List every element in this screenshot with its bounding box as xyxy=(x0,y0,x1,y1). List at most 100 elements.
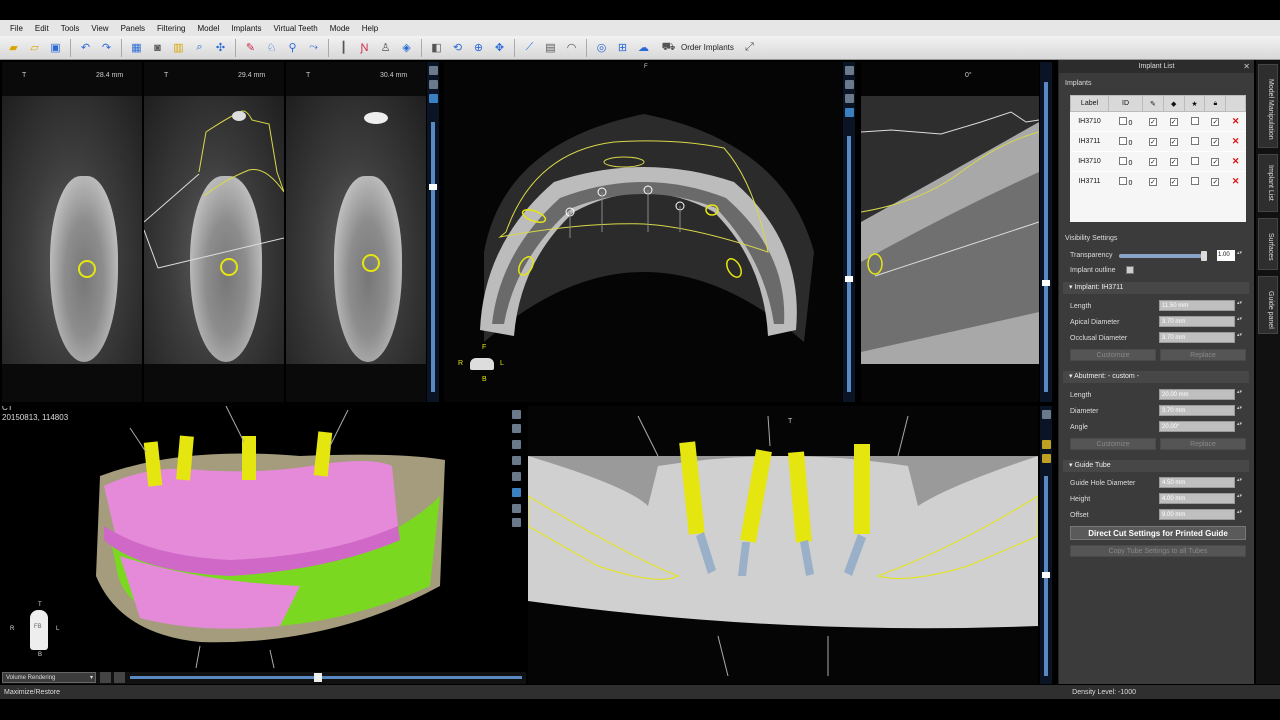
visible-checkbox[interactable]: ✓ xyxy=(1169,117,1178,126)
view-option-icon[interactable] xyxy=(512,410,521,419)
star-checkbox[interactable] xyxy=(1190,136,1199,145)
star-checkbox[interactable] xyxy=(1190,176,1199,185)
expand-icon[interactable]: ⤢ xyxy=(740,38,759,57)
menu-edit[interactable]: Edit xyxy=(29,24,55,33)
undo-icon[interactable]: ↶ xyxy=(76,38,95,57)
open-icon[interactable]: ▰ xyxy=(4,38,23,57)
outline-checkbox[interactable] xyxy=(1126,266,1134,274)
view-option-icon[interactable] xyxy=(429,66,438,75)
view-option-icon[interactable] xyxy=(845,66,854,75)
nerve-icon[interactable]: ┃ xyxy=(334,38,353,57)
tab-implant-list[interactable]: Implant List xyxy=(1258,154,1278,212)
curve-tool-icon[interactable]: Ɲ xyxy=(355,38,374,57)
abutment-section-header[interactable]: ▾ Abutment: - custom - xyxy=(1063,371,1249,383)
view-option-icon[interactable] xyxy=(429,94,438,103)
menu-view[interactable]: View xyxy=(85,24,114,33)
delete-icon[interactable]: ✕ xyxy=(1232,136,1240,146)
view-option-icon[interactable] xyxy=(845,108,854,117)
axial-view[interactable]: F F R L B xyxy=(444,62,842,402)
menu-virtual-teeth[interactable]: Virtual Teeth xyxy=(268,24,324,33)
edit-checkbox[interactable]: ✓ xyxy=(1148,137,1157,146)
view-option-icon[interactable] xyxy=(1042,410,1051,419)
view-option-icon[interactable] xyxy=(512,472,521,481)
spinner-icon[interactable]: ▴▾ xyxy=(1237,405,1242,411)
volume-3d-view[interactable]: CT 20150813, 114803 T R L B FB xyxy=(0,406,508,672)
view-option-icon[interactable] xyxy=(429,80,438,89)
table-row[interactable]: IH3710 0 ✓ ✓ ✓ ✕ xyxy=(1070,151,1246,172)
scroll-track[interactable] xyxy=(431,122,435,392)
delete-icon[interactable]: ✕ xyxy=(1232,156,1240,166)
jaw-icon[interactable] xyxy=(114,672,125,683)
angle-icon[interactable]: ▤ xyxy=(541,38,560,57)
render-mode-select[interactable]: Volume Rendering ▾ xyxy=(2,672,96,683)
star-checkbox[interactable] xyxy=(1190,156,1199,165)
menu-file[interactable]: File xyxy=(4,24,29,33)
cross-section-view-2[interactable]: T 29.4 mm xyxy=(144,62,284,402)
abutment-diameter-field[interactable]: 3.70 mm xyxy=(1159,405,1235,416)
spinner-icon[interactable]: ▴▾ xyxy=(1237,389,1242,395)
spinner-icon[interactable]: ▴▾ xyxy=(1237,250,1242,256)
view-option-icon[interactable] xyxy=(845,94,854,103)
rotate-icon[interactable]: ⟲ xyxy=(448,38,467,57)
lock-checkbox[interactable]: ✓ xyxy=(1211,117,1220,126)
scroll-track[interactable] xyxy=(1044,82,1048,392)
star-icon[interactable]: ★ xyxy=(1183,95,1206,112)
delete-icon[interactable]: ✕ xyxy=(1232,116,1240,126)
panoramic-view[interactable]: 0° xyxy=(861,62,1039,402)
curved-implant-view[interactable]: T xyxy=(528,406,1038,684)
spinner-icon[interactable]: ▴▾ xyxy=(1237,300,1242,306)
tab-model-manipulation[interactable]: Model Manipulation xyxy=(1258,64,1278,148)
close-icon[interactable]: ✕ xyxy=(1243,60,1250,73)
visible-checkbox[interactable]: ✓ xyxy=(1169,177,1178,186)
edit-checkbox[interactable]: ✓ xyxy=(1148,117,1157,126)
zoom-icon[interactable]: ⌕ xyxy=(190,38,209,57)
view-option-icon[interactable] xyxy=(512,504,521,513)
guide-height-field[interactable]: 4.00 mm xyxy=(1159,493,1235,504)
menu-filtering[interactable]: Filtering xyxy=(151,24,191,33)
column-id[interactable]: ID xyxy=(1108,95,1143,112)
view-option-icon[interactable] xyxy=(512,456,521,465)
menu-panels[interactable]: Panels xyxy=(115,24,151,33)
lock-checkbox[interactable]: ✓ xyxy=(1211,157,1220,166)
order-implants-button[interactable]: ⛟ Order Implants xyxy=(655,38,738,57)
star-checkbox[interactable] xyxy=(1190,116,1199,125)
table-row[interactable]: IH3711 0 ✓ ✓ ✓ ✕ xyxy=(1070,131,1246,152)
lock-checkbox[interactable]: ✓ xyxy=(1211,137,1220,146)
scroll-thumb[interactable] xyxy=(1042,280,1050,286)
menu-implants[interactable]: Implants xyxy=(225,24,267,33)
lock-icon[interactable]: 🔒︎ xyxy=(1204,95,1227,112)
id-checkbox[interactable] xyxy=(1118,136,1127,145)
spinner-icon[interactable]: ▴▾ xyxy=(1237,332,1242,338)
id-checkbox[interactable] xyxy=(1118,176,1127,185)
camera-icon[interactable]: ◙ xyxy=(148,38,167,57)
layout-icon[interactable]: ▦ xyxy=(127,38,146,57)
direct-cut-settings-button[interactable]: Direct Cut Settings for Printed Guide xyxy=(1070,526,1246,540)
render-slider-track[interactable] xyxy=(130,676,522,679)
spinner-icon[interactable]: ▴▾ xyxy=(1237,421,1242,427)
apical-field[interactable]: 3.70 mm xyxy=(1159,316,1235,327)
implant-section-header[interactable]: ▾ Implant: IH3711 xyxy=(1063,282,1249,294)
visible-checkbox[interactable]: ✓ xyxy=(1169,157,1178,166)
view-option-icon[interactable] xyxy=(512,488,521,497)
visible-checkbox[interactable]: ✓ xyxy=(1169,137,1178,146)
transparency-value[interactable]: 1.00 xyxy=(1217,250,1235,261)
visible-icon[interactable]: ◆ xyxy=(1162,95,1185,112)
cloud-icon[interactable]: ☁ xyxy=(634,38,653,57)
guide-hole-field[interactable]: 4.50 mm xyxy=(1159,477,1235,488)
view-option-icon[interactable] xyxy=(1042,454,1051,463)
view-option-icon[interactable] xyxy=(845,80,854,89)
transparency-slider[interactable] xyxy=(1119,251,1207,261)
guide-offset-field[interactable]: 9.00 mm xyxy=(1159,509,1235,520)
delete-icon[interactable]: ✕ xyxy=(1232,176,1240,186)
cube-icon[interactable]: ◈ xyxy=(397,38,416,57)
view-option-icon[interactable] xyxy=(512,440,521,449)
guide-tube-section-header[interactable]: ▾ Guide Tube xyxy=(1063,460,1249,472)
curve-icon[interactable]: ✎ xyxy=(241,38,260,57)
tooth-icon[interactable]: ♘ xyxy=(262,38,281,57)
abutment-angle-field[interactable]: 20.00° xyxy=(1159,421,1235,432)
cross-section-view-3[interactable]: T 30.4 mm xyxy=(286,62,426,402)
implant-length-field[interactable]: 11.50 mm xyxy=(1159,300,1235,311)
implant-replace-button[interactable]: Replace xyxy=(1160,349,1246,361)
surface-icon[interactable]: ◎ xyxy=(592,38,611,57)
render-slider-thumb[interactable] xyxy=(314,673,322,682)
